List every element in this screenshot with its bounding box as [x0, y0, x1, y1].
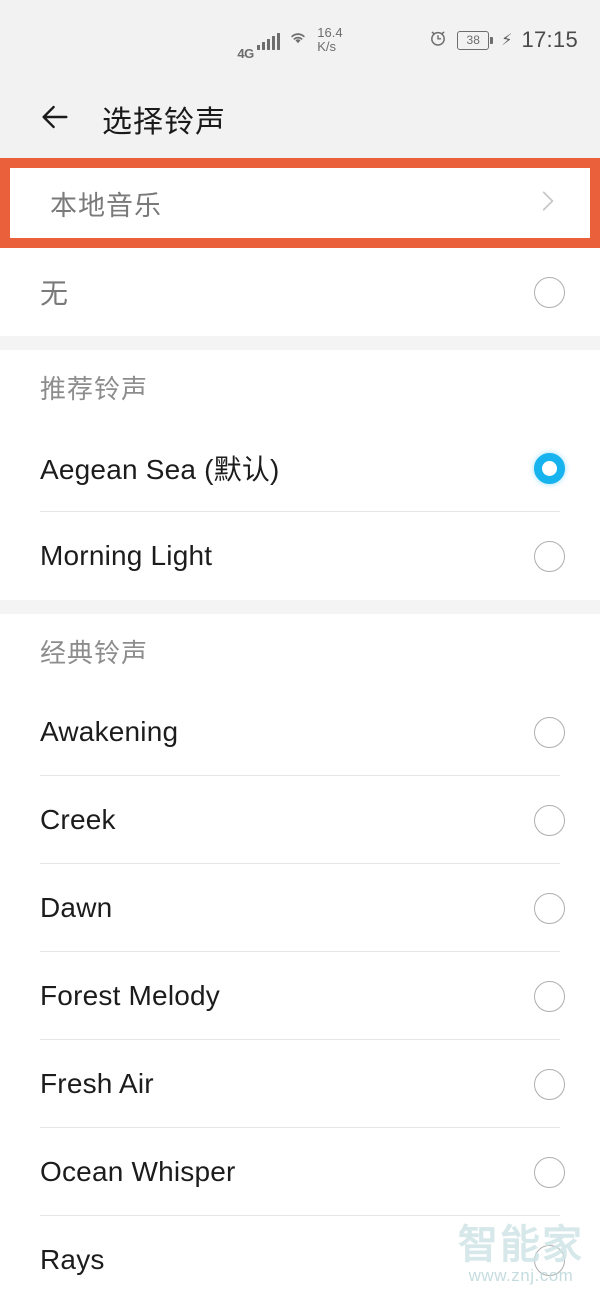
radio-button[interactable]	[534, 804, 565, 836]
ringtone-row[interactable]: Rays	[0, 1216, 600, 1300]
ringtone-row[interactable]: Ocean Whisper	[0, 1128, 600, 1216]
page-title: 选择铃声	[102, 106, 226, 139]
radio-button[interactable]	[534, 540, 565, 572]
section-separator	[0, 600, 600, 614]
back-arrow-icon[interactable]	[38, 100, 72, 139]
battery-indicator: 38	[457, 30, 494, 50]
radio-button[interactable]	[534, 716, 565, 748]
ringtone-label: Forest Melody	[40, 980, 220, 1011]
radio-button-selected[interactable]	[534, 452, 565, 484]
radio-button[interactable]	[534, 1068, 565, 1100]
ringtone-label: 无	[40, 278, 69, 309]
battery-level-label: 38	[457, 30, 490, 50]
alarm-clock-icon	[428, 28, 448, 53]
ringtone-row[interactable]: Awakening	[0, 688, 600, 776]
radio-button[interactable]	[534, 276, 565, 308]
ringtone-label: Awakening	[40, 716, 179, 747]
ringtone-label: Aegean Sea (默认)	[40, 454, 280, 485]
radio-button[interactable]	[534, 980, 565, 1012]
network-type-label: 4G	[237, 45, 254, 61]
battery-cap	[490, 36, 494, 44]
ringtone-label: Creek	[40, 804, 116, 835]
status-bar-clock: 17:15	[521, 27, 578, 52]
network-speed-indicator: 16.4 K/s	[317, 26, 342, 54]
ringtone-label: Ocean Whisper	[40, 1156, 236, 1187]
ringtone-row[interactable]: Dawn	[0, 864, 600, 952]
local-music-row[interactable]: 本地音乐	[10, 168, 590, 238]
radio-button[interactable]	[534, 892, 565, 924]
chevron-right-icon	[534, 188, 560, 219]
status-bar-left-group: 4G 16.4 K/s	[237, 20, 342, 61]
local-music-label: 本地音乐	[50, 190, 162, 221]
status-bar-right-group: 38 ⚡ 17:15	[428, 0, 578, 80]
radio-button[interactable]	[534, 1244, 565, 1276]
ringtone-label: Rays	[40, 1244, 105, 1275]
ringtone-row[interactable]: Morning Light	[0, 512, 600, 600]
ringtone-label: Morning Light	[40, 540, 213, 571]
signal-bars-icon	[256, 31, 281, 50]
lightning-bolt-icon: ⚡	[501, 32, 513, 49]
wifi-icon	[287, 28, 309, 52]
status-bar: 4G 16.4 K/s 38 ⚡ 17:15	[0, 0, 600, 80]
section-header-classic: 经典铃声	[0, 614, 600, 688]
ringtone-row[interactable]: Forest Melody	[0, 952, 600, 1040]
ringtone-label: Dawn	[40, 892, 113, 923]
network-speed-value: 16.4	[317, 25, 343, 40]
ringtone-row-none[interactable]: 无	[0, 248, 600, 336]
app-bar: 选择铃声	[0, 80, 600, 158]
ringtone-row[interactable]: Fresh Air	[0, 1040, 600, 1128]
radio-button[interactable]	[534, 1156, 565, 1188]
ringtone-row[interactable]: Creek	[0, 776, 600, 864]
local-music-highlight-box: 本地音乐	[0, 158, 600, 248]
ringtone-label: Fresh Air	[40, 1068, 154, 1099]
ringtone-row[interactable]: Aegean Sea (默认)	[0, 424, 600, 512]
section-header-recommended: 推荐铃声	[0, 350, 600, 424]
section-separator	[0, 336, 600, 350]
phone-screen: 4G 16.4 K/s 38 ⚡ 17:15 选择铃声 本地音乐 无 推荐铃声 …	[0, 0, 600, 1300]
network-speed-unit: K/s	[317, 39, 337, 54]
